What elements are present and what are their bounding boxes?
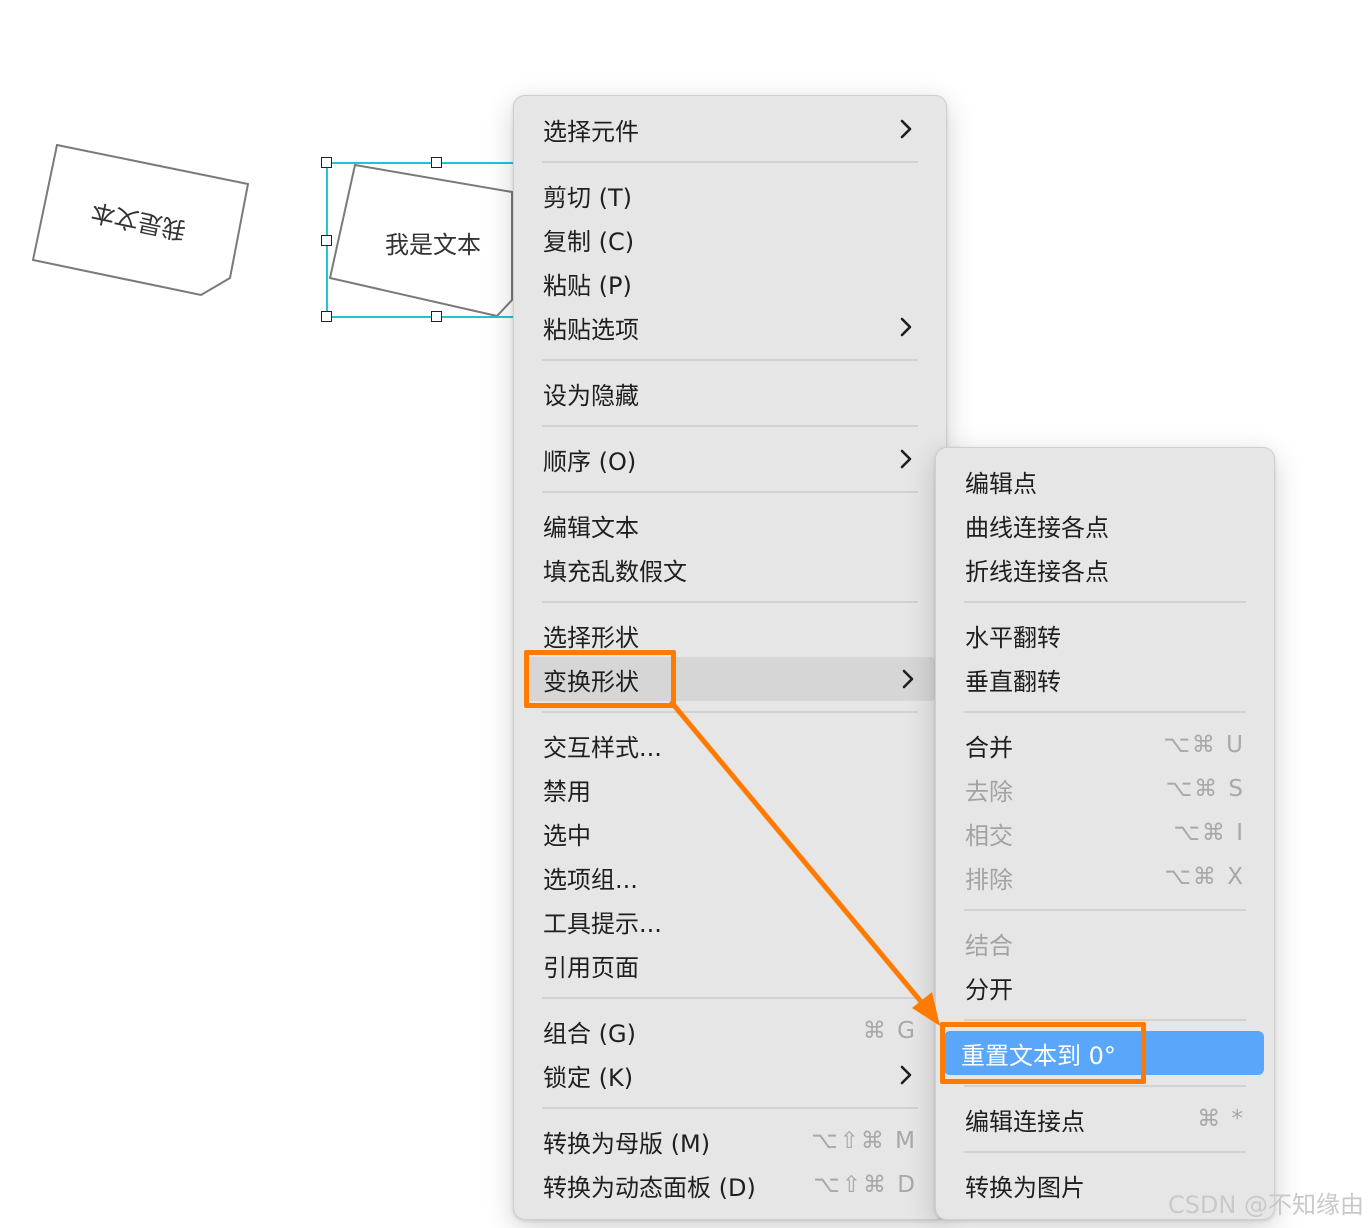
watermark: CSDN @不知缘由 — [1167, 1191, 1364, 1219]
annotation-arrow — [669, 700, 940, 1026]
